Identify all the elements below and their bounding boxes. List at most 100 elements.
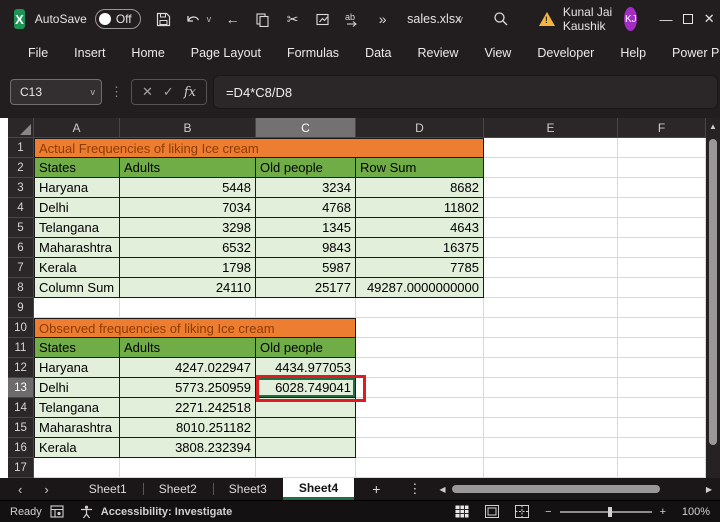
cell-B14[interactable]: 2271.242518 <box>120 398 256 418</box>
page-break-view-icon[interactable] <box>515 505 530 518</box>
scroll-left-icon[interactable]: ◀ <box>439 485 445 494</box>
cell-D3[interactable]: 8682 <box>356 178 484 198</box>
cell-C9[interactable] <box>256 298 356 318</box>
cell-E10[interactable] <box>484 318 618 338</box>
qat-overflow-icon[interactable]: » <box>374 11 391 28</box>
paste-icon[interactable] <box>314 11 331 28</box>
cell-E13[interactable] <box>484 378 618 398</box>
scroll-right-icon[interactable]: ▶ <box>706 485 712 494</box>
search-icon[interactable] <box>493 11 509 27</box>
next-sheet-icon[interactable]: › <box>44 482 48 497</box>
cell-E2[interactable] <box>484 158 618 178</box>
cell-B9[interactable] <box>120 298 256 318</box>
user-name[interactable]: Kunal Jai Kaushik <box>563 5 614 33</box>
cell-E9[interactable] <box>484 298 618 318</box>
insert-function-icon[interactable]: fx <box>184 85 196 100</box>
sheet-tab-sheet1[interactable]: Sheet1 <box>73 478 143 500</box>
cell-B8[interactable]: 24110 <box>120 278 256 298</box>
cell-E3[interactable] <box>484 178 618 198</box>
cell-A6[interactable]: Maharashtra <box>34 238 120 258</box>
cell-F10[interactable] <box>618 318 706 338</box>
row-header-7[interactable]: 7 <box>8 258 34 278</box>
cell-D9[interactable] <box>356 298 484 318</box>
cell-A4[interactable]: Delhi <box>34 198 120 218</box>
sheet-tab-sheet4[interactable]: Sheet4 <box>282 478 355 500</box>
cell-F8[interactable] <box>618 278 706 298</box>
row-header-8[interactable]: 8 <box>8 278 34 298</box>
row-header-15[interactable]: 15 <box>8 418 34 438</box>
cell-F3[interactable] <box>618 178 706 198</box>
cell-C4[interactable]: 4768 <box>256 198 356 218</box>
cell-A10[interactable]: Observed frequencies of liking Ice cream <box>34 318 356 338</box>
tab-file[interactable]: File <box>18 42 58 64</box>
cell-B2[interactable]: Adults <box>120 158 256 178</box>
cell-E8[interactable] <box>484 278 618 298</box>
cell-B7[interactable]: 1798 <box>120 258 256 278</box>
cell-C14[interactable] <box>256 398 356 418</box>
sheet-tab-sheet3[interactable]: Sheet3 <box>212 478 283 500</box>
warning-icon[interactable]: ! <box>538 12 555 26</box>
cell-B15[interactable]: 8010.251182 <box>120 418 256 438</box>
cell-E15[interactable] <box>484 418 618 438</box>
cell-E12[interactable] <box>484 358 618 378</box>
cell-F7[interactable] <box>618 258 706 278</box>
cell-C15[interactable] <box>256 418 356 438</box>
cell-D16[interactable] <box>356 438 484 458</box>
row-header-3[interactable]: 3 <box>8 178 34 198</box>
cell-F14[interactable] <box>618 398 706 418</box>
column-header-f[interactable]: F <box>618 118 706 138</box>
cell-B3[interactable]: 5448 <box>120 178 256 198</box>
row-header-1[interactable]: 1 <box>8 138 34 158</box>
cell-A9[interactable] <box>34 298 120 318</box>
cell-B4[interactable]: 7034 <box>120 198 256 218</box>
cell-D10[interactable] <box>356 318 484 338</box>
replace-icon[interactable]: ab <box>344 11 361 28</box>
page-layout-view-icon[interactable] <box>485 505 500 518</box>
cell-F1[interactable] <box>618 138 706 158</box>
cell-A13[interactable]: Delhi <box>34 378 120 398</box>
cell-D2[interactable]: Row Sum <box>356 158 484 178</box>
cell-A17[interactable] <box>34 458 120 478</box>
horizontal-scrollbar[interactable]: ◀ ▶ <box>431 478 720 500</box>
column-header-c[interactable]: C <box>256 118 356 138</box>
tab-insert[interactable]: Insert <box>64 42 115 64</box>
tab-help[interactable]: Help <box>610 42 656 64</box>
row-header-12[interactable]: 12 <box>8 358 34 378</box>
cell-C16[interactable] <box>256 438 356 458</box>
cell-D12[interactable] <box>356 358 484 378</box>
tab-developer[interactable]: Developer <box>527 42 604 64</box>
vertical-scroll-thumb[interactable] <box>709 139 717 445</box>
tab-formulas[interactable]: Formulas <box>277 42 349 64</box>
row-header-17[interactable]: 17 <box>8 458 34 478</box>
cancel-icon[interactable]: ✕ <box>142 84 153 100</box>
back-arrow-icon[interactable]: ← <box>224 11 241 28</box>
cell-F2[interactable] <box>618 158 706 178</box>
cell-A3[interactable]: Haryana <box>34 178 120 198</box>
undo-dropdown-icon[interactable]: v <box>207 14 212 24</box>
row-header-14[interactable]: 14 <box>8 398 34 418</box>
save-icon[interactable] <box>155 11 172 28</box>
cell-D8[interactable]: 49287.0000000000 <box>356 278 484 298</box>
cell-F9[interactable] <box>618 298 706 318</box>
cell-F11[interactable] <box>618 338 706 358</box>
tab-home[interactable]: Home <box>121 42 174 64</box>
cell-E6[interactable] <box>484 238 618 258</box>
cell-A15[interactable]: Maharashtra <box>34 418 120 438</box>
accessibility-icon[interactable] <box>80 505 93 519</box>
cell-C3[interactable]: 3234 <box>256 178 356 198</box>
minimize-button[interactable]: — <box>655 0 677 38</box>
cell-D7[interactable]: 7785 <box>356 258 484 278</box>
column-header-e[interactable]: E <box>484 118 618 138</box>
tab-data[interactable]: Data <box>355 42 401 64</box>
tab-power-pivot[interactable]: Power Pivot <box>662 42 720 64</box>
cut-icon[interactable]: ✂ <box>284 11 301 28</box>
cell-F6[interactable] <box>618 238 706 258</box>
avatar[interactable]: KJ <box>624 7 638 31</box>
cell-D4[interactable]: 11802 <box>356 198 484 218</box>
cell-D11[interactable] <box>356 338 484 358</box>
cell-C2[interactable]: Old people <box>256 158 356 178</box>
column-header-a[interactable]: A <box>34 118 120 138</box>
cell-F13[interactable] <box>618 378 706 398</box>
row-header-2[interactable]: 2 <box>8 158 34 178</box>
cell-B12[interactable]: 4247.022947 <box>120 358 256 378</box>
